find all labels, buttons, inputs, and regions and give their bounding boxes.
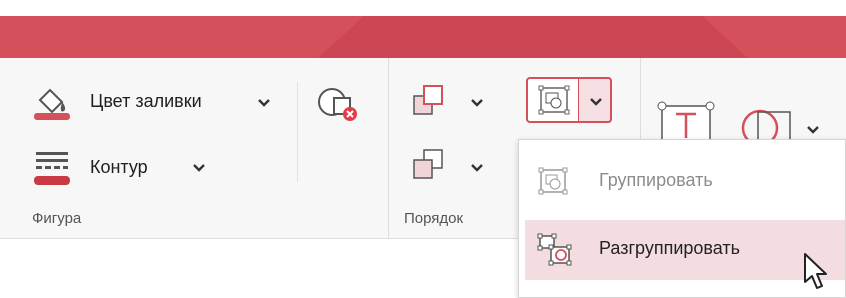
group-label-order: Порядок (404, 210, 464, 227)
active-ribbon-tab (318, 16, 748, 58)
outline-button[interactable]: Контур (90, 157, 148, 178)
chevron-down-icon[interactable] (589, 97, 603, 107)
mouse-cursor-icon (802, 252, 830, 292)
menu-item-label: Группировать (599, 170, 713, 190)
send-backward-icon[interactable] (410, 146, 450, 184)
group-dropdown-menu: Группировать Разгруппировать (518, 139, 846, 298)
menu-item-ungroup[interactable]: Разгруппировать (525, 220, 845, 280)
menu-item-group[interactable]: Группировать (525, 152, 845, 212)
fill-color-icon[interactable] (32, 82, 72, 120)
group-separator (388, 58, 389, 238)
group-icon (537, 166, 571, 198)
outline-icon[interactable] (32, 148, 72, 188)
group-label-shape: Фигура (32, 210, 82, 227)
ungroup-icon (537, 233, 573, 267)
shape-delete-icon[interactable] (314, 84, 362, 124)
chevron-down-icon[interactable] (806, 125, 820, 135)
chevron-down-icon[interactable] (257, 98, 271, 108)
window-top-strip (0, 0, 846, 16)
chevron-down-icon[interactable] (470, 163, 484, 173)
chevron-down-icon[interactable] (470, 98, 484, 108)
separator (297, 82, 298, 182)
chevron-down-icon[interactable] (192, 163, 206, 173)
fill-color-button[interactable]: Цвет заливки (90, 91, 202, 112)
bring-forward-icon[interactable] (410, 82, 450, 120)
text-box-icon[interactable] (656, 100, 716, 144)
menu-item-label: Разгруппировать (599, 238, 741, 258)
group-icon[interactable] (537, 84, 573, 118)
